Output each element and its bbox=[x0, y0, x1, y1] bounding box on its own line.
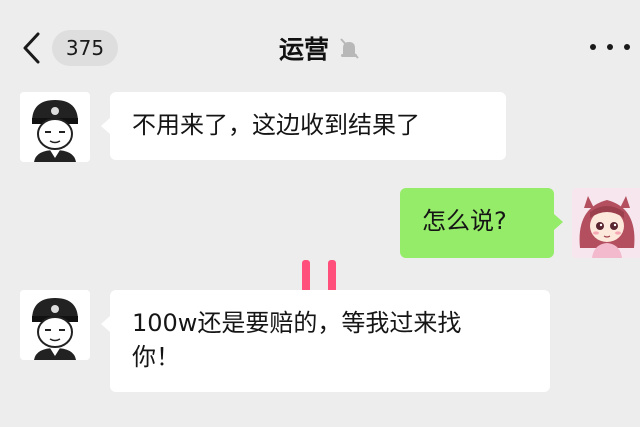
chat-header: 375 运营 bbox=[0, 0, 640, 92]
muted-bell-icon bbox=[337, 36, 361, 60]
chat-title: 运营 bbox=[278, 35, 329, 64]
more-dot bbox=[590, 44, 596, 50]
bubble-tail bbox=[101, 118, 110, 134]
message-text-line: 100w还是要赔的，等我过来找 bbox=[132, 309, 462, 337]
police-cartoon-avatar[interactable] bbox=[20, 290, 90, 360]
message-bubble-received[interactable]: 不用来了，这边收到结果了 bbox=[110, 92, 506, 160]
title-area: 运营 bbox=[0, 26, 640, 70]
anime-girl-avatar[interactable] bbox=[572, 188, 640, 258]
police-cartoon-avatar[interactable] bbox=[20, 92, 90, 162]
message-bubble-sent[interactable]: 怎么说? bbox=[400, 188, 554, 258]
more-dot bbox=[624, 44, 630, 50]
message-text-line: 你！ bbox=[132, 343, 180, 371]
message-bubble-received[interactable]: 100w还是要赔的，等我过来找 你！ bbox=[110, 290, 550, 392]
more-dot bbox=[607, 44, 613, 50]
bubble-tail bbox=[554, 214, 563, 230]
message-text: 不用来了，这边收到结果了 bbox=[132, 111, 420, 139]
more-options-button[interactable] bbox=[590, 36, 630, 58]
message-text: 怎么说? bbox=[422, 207, 507, 235]
bubble-tail bbox=[101, 316, 110, 332]
